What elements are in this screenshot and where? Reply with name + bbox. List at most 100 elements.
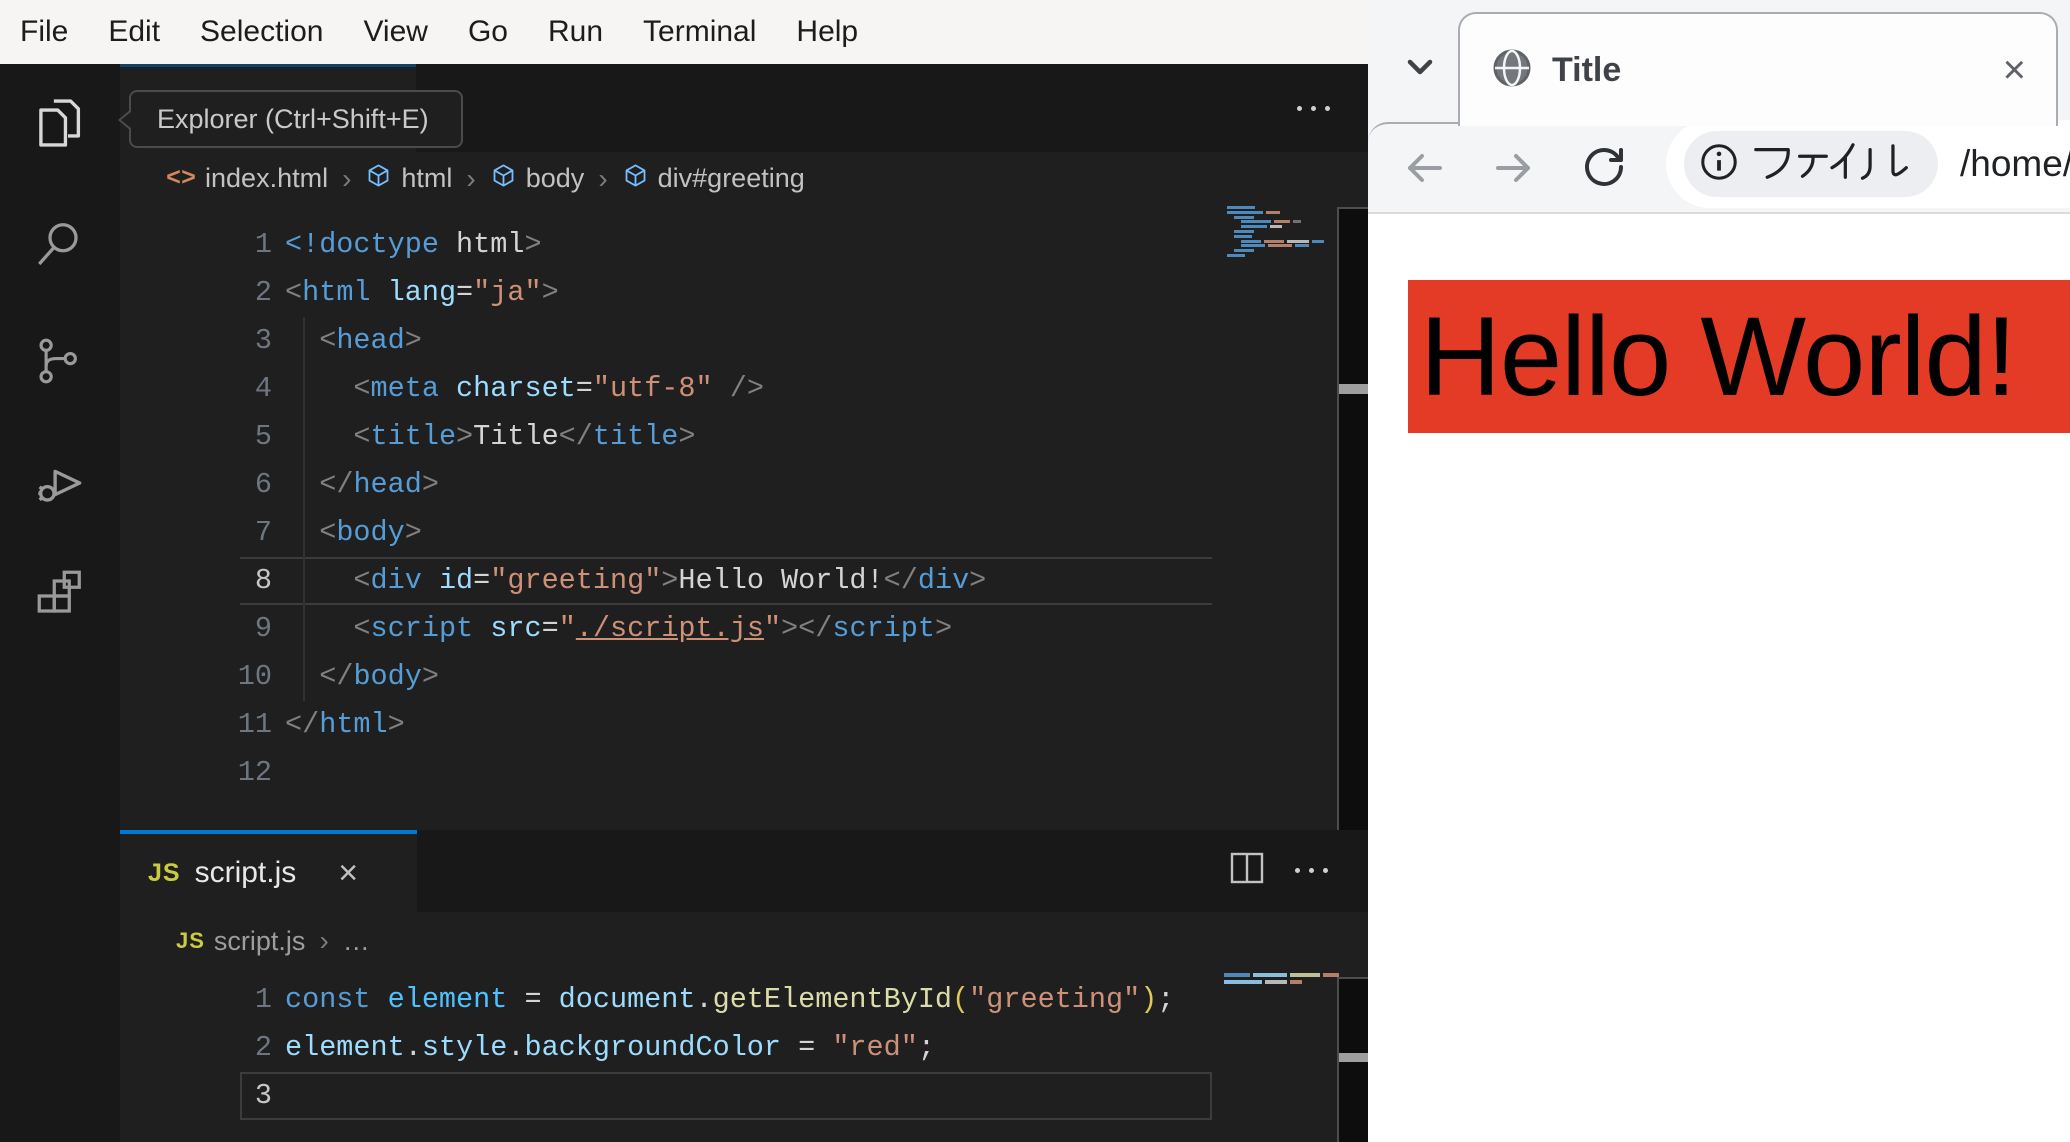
minimap-line (1234, 230, 1254, 233)
browser-toolbar: ファイル /home/u (1368, 120, 2070, 214)
code-line: <div id="greeting">Hello World!</div> (353, 564, 987, 597)
browser-window: Title × /home Hello World! (1368, 0, 2070, 1142)
minimap[interactable] (1227, 206, 1324, 262)
code-line: <html lang="ja"> (285, 276, 559, 309)
line-number: 7 (254, 516, 272, 549)
line-number: 1 (254, 228, 272, 261)
minimap-line (1227, 210, 1280, 214)
breadcrumb-separator: › (319, 925, 329, 956)
html-file-icon: <> (166, 164, 197, 193)
code-line: </head> (319, 468, 439, 501)
browser-viewport: Hello World! (1368, 214, 2070, 1142)
breadcrumb-item[interactable]: … (343, 926, 370, 957)
tab-script-js[interactable]: JS script.js × (120, 830, 417, 912)
menu-go[interactable]: Go (448, 0, 528, 64)
screen: File Edit Selection View Go Run Terminal Help (0, 0, 2070, 1142)
reload-button[interactable] (1580, 142, 1628, 195)
address-bar[interactable]: ファイル /home/u (1666, 120, 2070, 208)
minimap-line (1227, 254, 1245, 257)
tab-title: Title (1552, 50, 1622, 89)
breadcrumb-item[interactable]: JS script.js (176, 926, 305, 957)
line-number: 11 (237, 708, 272, 741)
browser-tab[interactable]: Title × (1458, 12, 2058, 126)
breadcrumb-separator: › (342, 162, 352, 194)
minimap-line (1227, 206, 1255, 209)
line-number: 3 (254, 324, 272, 357)
menu-edit[interactable]: Edit (88, 0, 180, 64)
js-file-icon: JS (148, 858, 181, 887)
editor-more-actions-button[interactable] (1297, 88, 1330, 128)
code-line: <script src="./script.js"></script> (353, 612, 953, 645)
line-number: 2 (254, 1031, 272, 1064)
symbol-cube-icon (622, 162, 649, 196)
close-tab-icon[interactable]: × (338, 856, 358, 890)
code-line: <meta charset="utf-8" /> (353, 372, 764, 405)
menu-bar: File Edit Selection View Go Run Terminal Help (0, 0, 1368, 64)
breadcrumb-item[interactable]: body (490, 162, 584, 196)
line-number: 8 (254, 564, 272, 597)
minimap-line (1234, 215, 1254, 219)
vscode-window: File Edit Selection View Go Run Terminal Help (0, 0, 1368, 1142)
line-number: 12 (237, 756, 272, 789)
explorer-icon[interactable] (28, 92, 90, 154)
line-number: 10 (237, 660, 272, 693)
symbol-cube-icon (365, 162, 392, 196)
line-number: 5 (254, 420, 272, 453)
scrollbar[interactable] (1337, 207, 1368, 830)
menu-view[interactable]: View (343, 0, 447, 64)
breadcrumb-script: JS script.js › … (120, 912, 1368, 970)
close-tab-icon[interactable]: × (2003, 50, 2026, 90)
greeting-div: Hello World! (1408, 280, 2070, 433)
source-control-icon[interactable] (28, 332, 90, 394)
code-line: </html> (285, 708, 405, 741)
code-line: <body> (319, 516, 422, 549)
minimap-line (1241, 220, 1301, 224)
code-line: </body> (319, 660, 439, 693)
menu-file[interactable]: File (0, 0, 88, 64)
chip-label-glyphs (1752, 139, 1912, 190)
breadcrumb-item[interactable]: div#greeting (622, 162, 805, 196)
line-number: 2 (254, 276, 272, 309)
minimap-line (1241, 239, 1324, 243)
forward-button[interactable] (1490, 144, 1538, 197)
js-file-icon: JS (176, 928, 205, 953)
minimap-line (1241, 244, 1309, 248)
search-icon[interactable] (28, 214, 90, 276)
code-line: element.style.backgroundColor = "red"; (285, 1031, 935, 1064)
extensions-icon[interactable] (28, 566, 90, 628)
back-button[interactable] (1400, 144, 1448, 197)
menu-run[interactable]: Run (528, 0, 623, 64)
globe-icon (1490, 46, 1534, 95)
menu-selection[interactable]: Selection (180, 0, 343, 64)
minimap-line (1241, 225, 1282, 229)
ellipsis-icon (1297, 88, 1330, 128)
code-line: <!doctype html> (285, 228, 542, 261)
scrollbar-thumb[interactable] (1339, 384, 1368, 394)
minimap-line (1224, 980, 1302, 984)
run-debug-icon[interactable] (28, 452, 90, 514)
line-numbers: 1 2 3 (120, 976, 272, 1120)
code-line: <title>Title</title> (353, 420, 696, 453)
site-info-chip[interactable]: ファイル (1684, 131, 1938, 197)
menu-help[interactable]: Help (776, 0, 878, 64)
line-number: 4 (254, 372, 272, 405)
code-js: const element = document.getElementById(… (285, 976, 1210, 1120)
scrollbar-thumb[interactable] (1339, 1053, 1368, 1062)
code-line: <head> (319, 324, 422, 357)
code-html: <!doctype html> <html lang="ja"> <head> <… (285, 221, 1210, 797)
breadcrumb-separator: › (466, 162, 476, 194)
symbol-cube-icon (490, 162, 517, 196)
breadcrumb-item[interactable]: <> index.html (166, 163, 328, 194)
line-numbers: 1 2 3 4 5 6 7 8 9 10 11 12 (120, 221, 272, 797)
breadcrumb-item[interactable]: html (365, 162, 452, 196)
scrollbar[interactable] (1337, 977, 1368, 1142)
minimap[interactable] (1224, 973, 1339, 987)
menu-terminal[interactable]: Terminal (623, 0, 776, 64)
tab-list-chevron-button[interactable] (1396, 42, 1444, 95)
ellipsis-icon[interactable] (1295, 850, 1328, 890)
split-editor-button[interactable] (1229, 851, 1265, 890)
line-number: 9 (254, 612, 272, 645)
editor-tab-bar-bottom: JS script.js × (120, 830, 1368, 912)
